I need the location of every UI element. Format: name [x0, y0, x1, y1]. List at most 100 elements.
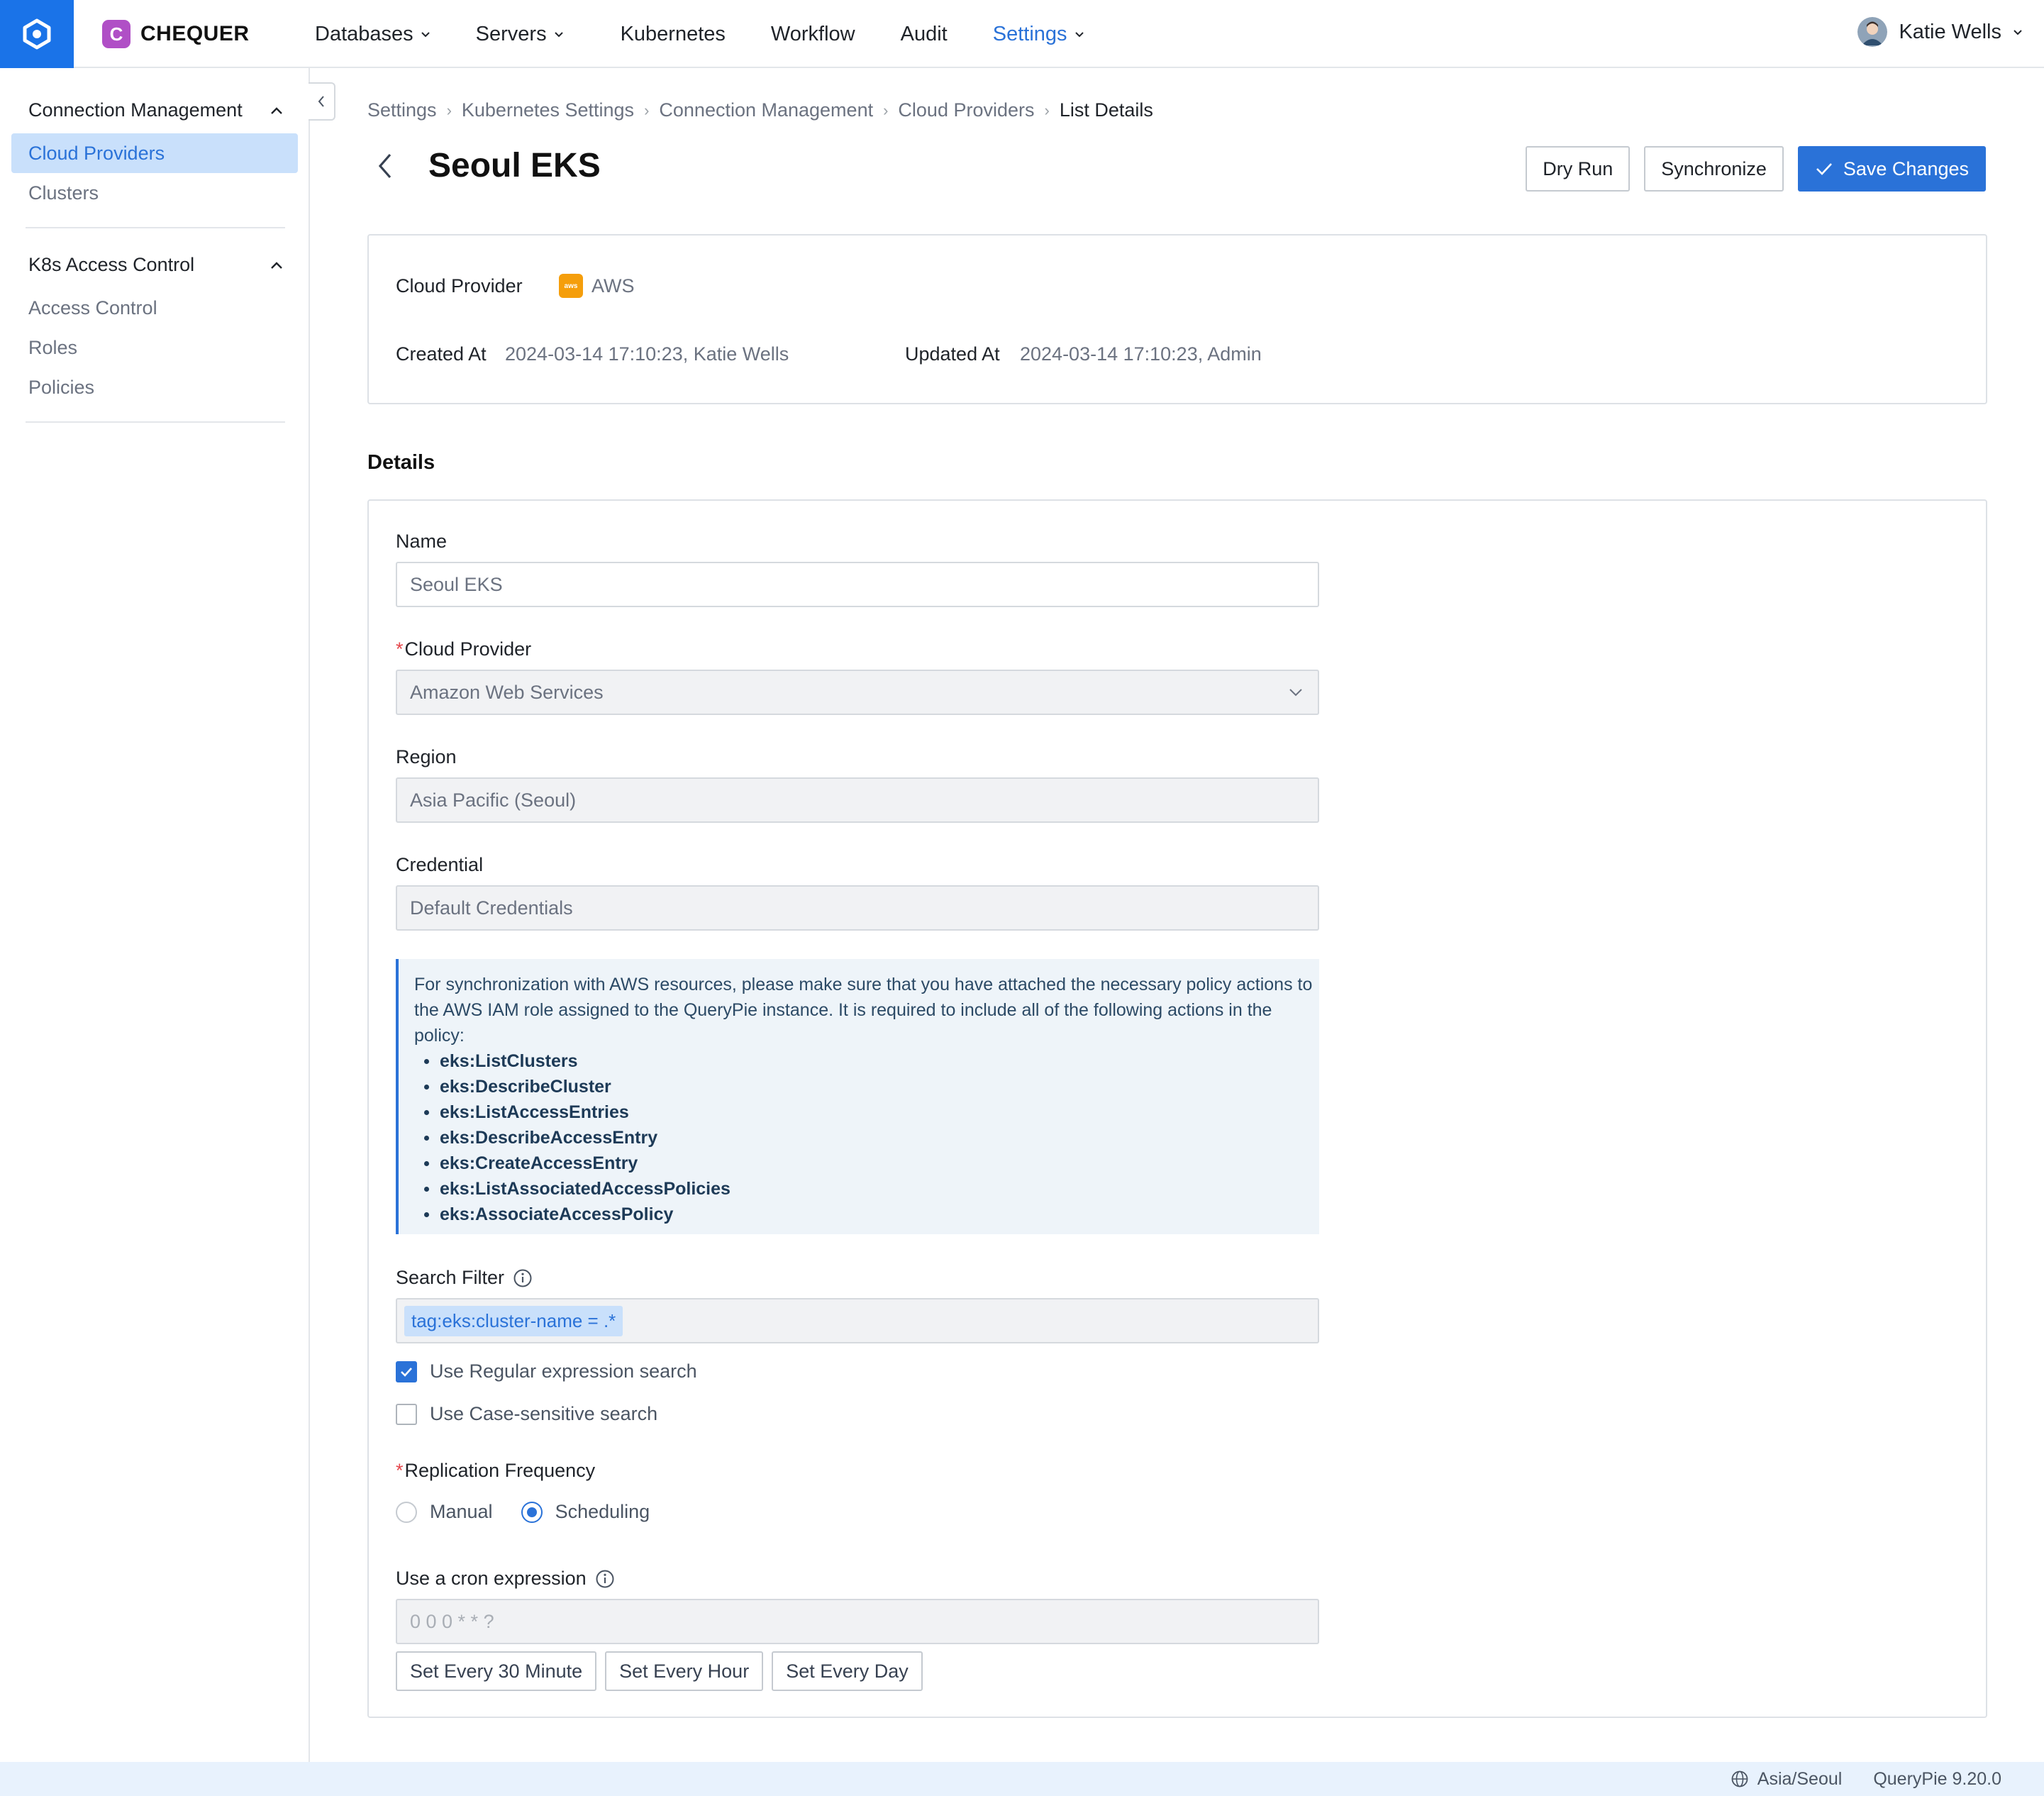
- list-item: eks:AssociateAccessPolicy: [414, 1202, 1319, 1227]
- cloud-provider-select[interactable]: Amazon Web Services: [396, 670, 1319, 715]
- updated-at-label: Updated At: [905, 343, 1000, 365]
- timezone-indicator[interactable]: Asia/Seoul: [1731, 1768, 1843, 1790]
- sidebar-item-access-control[interactable]: Access Control: [11, 288, 298, 328]
- timezone-label: Asia/Seoul: [1757, 1768, 1843, 1789]
- nav-workflow[interactable]: Workflow: [771, 23, 855, 46]
- cron-preset-buttons: Set Every 30 Minute Set Every Hour Set E…: [396, 1651, 923, 1691]
- credential-label: Credential: [396, 854, 484, 875]
- notice-text: For synchronization with AWS resources, …: [414, 975, 1313, 1046]
- chevron-down-icon: [421, 32, 430, 38]
- cloud-provider-value: AWS: [591, 275, 635, 296]
- label-text: Replication Frequency: [404, 1460, 596, 1481]
- radio-label: Scheduling: [555, 1501, 650, 1522]
- user-avatar-icon: [1857, 17, 1888, 47]
- aws-icon: aws: [559, 274, 583, 298]
- created-at-value: 2024-03-14 17:10:23, Katie Wells: [505, 343, 789, 365]
- name-field[interactable]: [396, 562, 1319, 607]
- set-every-30-minute-button[interactable]: Set Every 30 Minute: [396, 1651, 597, 1691]
- sidebar-collapse-button[interactable]: [309, 82, 335, 121]
- back-arrow-icon[interactable]: [376, 150, 396, 182]
- checkbox-label: Use Regular expression search: [430, 1360, 697, 1382]
- page-title: Seoul EKS: [428, 147, 601, 184]
- breadcrumb-kubernetes-settings[interactable]: Kubernetes Settings: [462, 99, 634, 121]
- info-icon[interactable]: [513, 1268, 533, 1288]
- nav-databases[interactable]: Databases: [315, 23, 431, 46]
- cron-expression-input[interactable]: [410, 1610, 1318, 1633]
- home-button[interactable]: [0, 0, 74, 68]
- nav-label: Settings: [992, 22, 1067, 45]
- cloud-provider-label: Cloud Provider: [396, 275, 523, 296]
- region-label: Region: [396, 746, 457, 767]
- radio-button[interactable]: [521, 1501, 543, 1523]
- label-text: Use a cron expression: [396, 1568, 587, 1589]
- nav-kubernetes[interactable]: Kubernetes: [621, 23, 726, 46]
- name-input[interactable]: [410, 573, 1318, 596]
- info-icon[interactable]: [595, 1569, 615, 1589]
- radio-scheduling[interactable]: Scheduling: [521, 1501, 650, 1523]
- sidebar-divider: [26, 227, 285, 228]
- nav-label: Workflow: [770, 22, 855, 45]
- nav-settings[interactable]: Settings: [993, 23, 1084, 46]
- nav-label: Kubernetes: [620, 22, 726, 45]
- search-filter-tag[interactable]: tag:eks:cluster-name = .*: [404, 1305, 623, 1336]
- list-item: eks:ListClusters: [414, 1048, 1319, 1074]
- name-label: Name: [396, 531, 448, 552]
- brand-name: CHEQUER: [140, 22, 250, 45]
- chevron-up-icon: [271, 106, 282, 114]
- sidebar-divider: [26, 421, 285, 423]
- set-every-hour-button[interactable]: Set Every Hour: [605, 1651, 764, 1691]
- replication-frequency-label: *Replication Frequency: [396, 1460, 595, 1482]
- details-section-title: Details: [367, 451, 435, 474]
- chevron-down-icon: [1074, 32, 1084, 38]
- breadcrumb-cloud-providers[interactable]: Cloud Providers: [898, 99, 1034, 121]
- breadcrumb-settings[interactable]: Settings: [367, 99, 437, 121]
- list-item: eks:DescribeAccessEntry: [414, 1125, 1319, 1151]
- avatar: [1857, 17, 1888, 47]
- save-changes-button[interactable]: Save Changes: [1797, 146, 1986, 192]
- chevron-up-icon: [271, 261, 282, 269]
- nav-label: Audit: [900, 22, 948, 45]
- regex-search-option[interactable]: Use Regular expression search: [396, 1360, 697, 1382]
- checkbox-label: Use Case-sensitive search: [430, 1403, 658, 1424]
- sidebar-section-connection-management[interactable]: Connection Management: [28, 99, 284, 121]
- sidebar-item-roles[interactable]: Roles: [11, 328, 298, 367]
- synchronize-button[interactable]: Synchronize: [1644, 146, 1784, 192]
- user-menu[interactable]: Katie Wells: [1857, 17, 2023, 47]
- version-label: QueryPie 9.20.0: [1873, 1768, 2001, 1789]
- sidebar-item-clusters[interactable]: Clusters: [11, 173, 298, 213]
- nav-servers[interactable]: Servers: [476, 23, 564, 46]
- brand-badge: C: [102, 20, 130, 48]
- radio-button[interactable]: [396, 1501, 417, 1523]
- radio-manual[interactable]: Manual: [396, 1501, 493, 1523]
- regex-checkbox[interactable]: [396, 1360, 417, 1382]
- header-actions: Dry Run Synchronize Save Changes: [1526, 146, 1986, 192]
- sidebar-item-policies[interactable]: Policies: [11, 367, 298, 407]
- set-every-day-button[interactable]: Set Every Day: [772, 1651, 923, 1691]
- region-field[interactable]: Asia Pacific (Seoul): [396, 777, 1319, 823]
- sidebar-section-k8s-access-control[interactable]: K8s Access Control: [28, 254, 284, 276]
- globe-icon: [1731, 1770, 1748, 1787]
- cron-expression-field[interactable]: [396, 1599, 1319, 1644]
- search-filter-field[interactable]: tag:eks:cluster-name = .*: [396, 1298, 1319, 1343]
- chevron-right-icon: ›: [644, 101, 650, 119]
- list-item: eks:ListAccessEntries: [414, 1099, 1319, 1125]
- sidebar-item-label: Cloud Providers: [28, 142, 165, 164]
- chevron-right-icon: ›: [883, 101, 889, 119]
- sidebar-item-cloud-providers[interactable]: Cloud Providers: [11, 133, 298, 173]
- replication-frequency-radios: Manual Scheduling: [396, 1501, 678, 1523]
- case-sensitive-checkbox[interactable]: [396, 1403, 417, 1425]
- brand[interactable]: C CHEQUER: [102, 20, 250, 48]
- page-header: Seoul EKS: [376, 146, 601, 185]
- dry-run-button[interactable]: Dry Run: [1526, 146, 1631, 192]
- chevron-left-icon: [318, 96, 324, 107]
- breadcrumb-connection-management[interactable]: Connection Management: [659, 99, 873, 121]
- credential-field[interactable]: Default Credentials: [396, 885, 1319, 931]
- select-value: Amazon Web Services: [410, 681, 604, 703]
- sidebar-item-label: Roles: [28, 336, 78, 358]
- check-icon: [1816, 163, 1832, 175]
- breadcrumb-current: List Details: [1059, 99, 1153, 121]
- nav-audit[interactable]: Audit: [901, 23, 948, 46]
- chevron-down-icon: [1289, 689, 1302, 697]
- case-sensitive-option[interactable]: Use Case-sensitive search: [396, 1403, 657, 1425]
- breadcrumb: Settings › Kubernetes Settings › Connect…: [367, 99, 1153, 121]
